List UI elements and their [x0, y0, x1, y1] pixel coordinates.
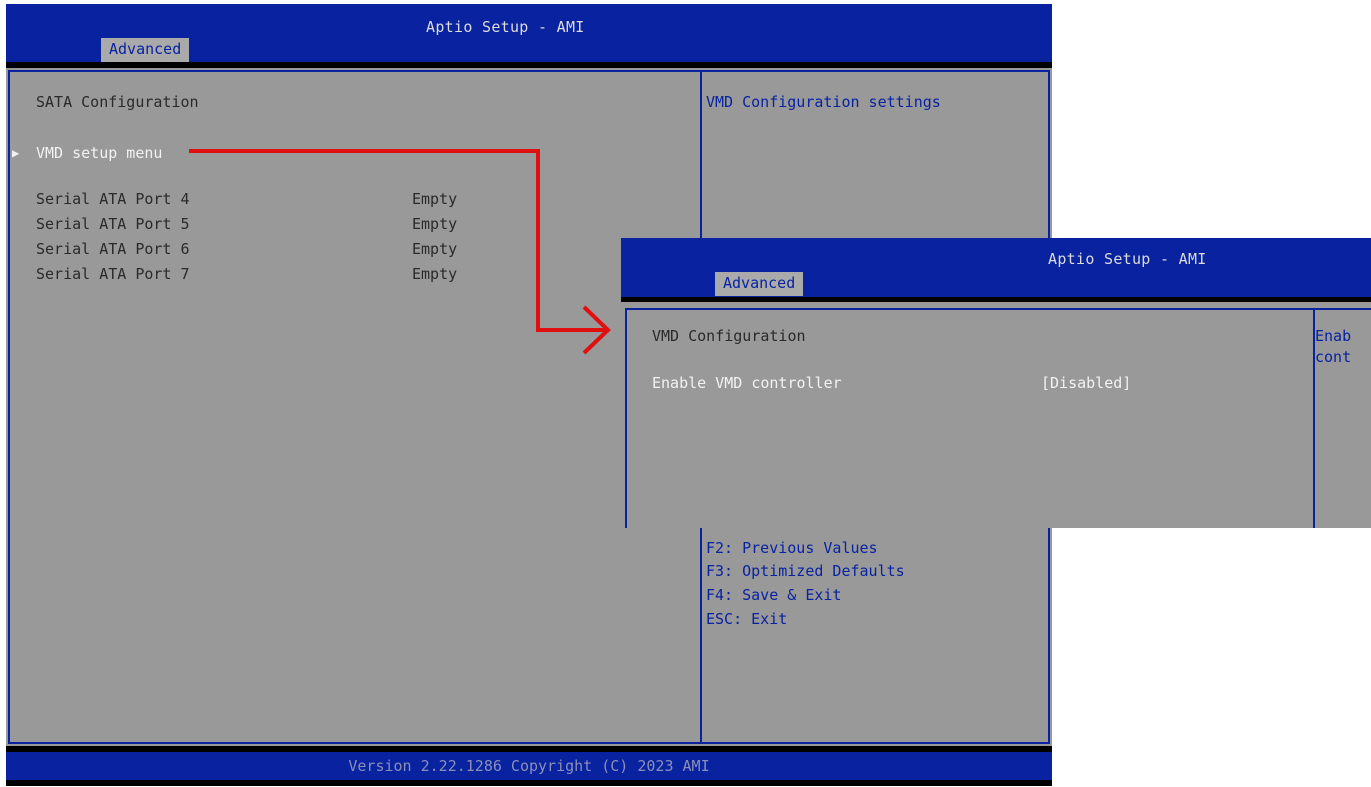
bios-header: Aptio Setup - AMI Advanced: [6, 4, 1052, 62]
section-title: SATA Configuration: [36, 93, 199, 111]
frame-top-edge: [625, 308, 1371, 310]
port-label: Serial ATA Port 6: [36, 240, 190, 258]
bios-title: Aptio Setup - AMI: [426, 18, 585, 36]
tab-advanced[interactable]: Advanced: [715, 272, 804, 296]
port-value: Empty: [412, 215, 458, 233]
bios-header: Aptio Setup - AMI Advanced: [621, 238, 1371, 297]
help-text-line: cont: [1315, 348, 1352, 366]
port-value: Empty: [412, 240, 458, 258]
enable-vmd-option-label[interactable]: Enable VMD controller: [652, 374, 842, 392]
submenu-arrow-icon: ▶: [12, 146, 20, 160]
tab-advanced[interactable]: Advanced: [101, 38, 190, 62]
bios-footer: Version 2.22.1286 Copyright (C) 2023 AMI: [6, 752, 1052, 780]
bios-body: VMD Configuration Enable VMD controller …: [621, 302, 1371, 528]
help-text: VMD Configuration settings: [706, 93, 941, 111]
port-value: Empty: [412, 190, 458, 208]
key-hint: F2: Previous Values: [706, 539, 878, 557]
key-hint: F4: Save & Exit: [706, 586, 842, 604]
section-title: VMD Configuration: [652, 327, 806, 345]
port-value: Empty: [412, 265, 458, 283]
port-label: Serial ATA Port 5: [36, 215, 190, 233]
key-hint: F3: Optimized Defaults: [706, 562, 905, 580]
vmd-setup-menu-item[interactable]: VMD setup menu: [36, 144, 162, 162]
port-label: Serial ATA Port 7: [36, 265, 190, 283]
bios-screen-vmd: Aptio Setup - AMI Advanced VMD Configura…: [621, 238, 1371, 528]
enable-vmd-option-value[interactable]: [Disabled]: [1041, 374, 1131, 392]
key-hint: ESC: Exit: [706, 610, 788, 628]
help-text-line: Enab: [1315, 327, 1352, 345]
port-label: Serial ATA Port 4: [36, 190, 190, 208]
bios-title: Aptio Setup - AMI: [1048, 250, 1207, 268]
left-frame-edge: [625, 308, 627, 528]
